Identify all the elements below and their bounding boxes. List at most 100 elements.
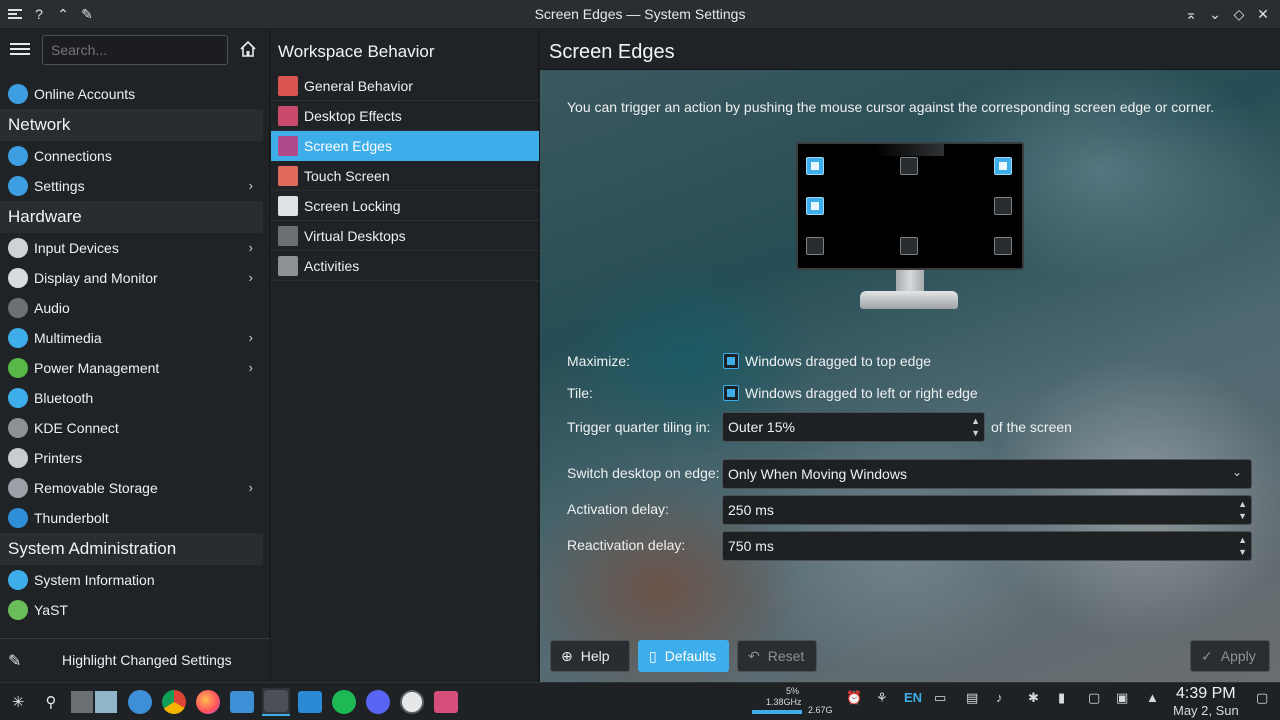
sidebar-item-connections[interactable]: Connections [0, 141, 263, 171]
sidebar-item-printers[interactable]: Printers [0, 443, 263, 473]
discord-icon[interactable] [364, 688, 392, 716]
sidebar-item-bluetooth[interactable]: Bluetooth [0, 383, 263, 413]
quarter-tiling-spinbox[interactable]: Outer 15% ▲ ▼ [722, 412, 985, 442]
search-icon[interactable]: ⚲ [37, 688, 65, 716]
sidebar-item-online-accounts[interactable]: Online Accounts [0, 79, 263, 109]
maximize-checkbox-text[interactable]: Windows dragged to top edge [745, 353, 931, 369]
activities-icon [278, 255, 298, 276]
desktop-1-thumbnail[interactable] [71, 691, 93, 713]
virtual-desktops-icon [278, 225, 298, 246]
spotify-icon[interactable] [330, 688, 358, 716]
sidebar-item-power-management[interactable]: Power Management › [0, 353, 263, 383]
minimize-icon[interactable]: ⌄ [1204, 3, 1226, 25]
highlight-changed-settings-button[interactable]: ✎ Highlight Changed Settings [0, 638, 270, 682]
chrome-icon[interactable] [160, 688, 188, 716]
hamburger-menu-icon[interactable] [10, 40, 30, 60]
shade-icon[interactable]: ⌅ [1180, 3, 1202, 25]
sidebar-item-removable-storage[interactable]: Removable Storage › [0, 473, 263, 503]
sidebar-item-multimedia[interactable]: Multimedia › [0, 323, 263, 353]
application-launcher-icon[interactable]: ✳ [4, 688, 32, 716]
edge-top-right-button[interactable] [994, 157, 1012, 175]
sidebar-item-display-and-monitor[interactable]: Display and Monitor › [0, 263, 263, 293]
tile-checkbox[interactable] [723, 385, 739, 401]
home-icon[interactable] [238, 39, 260, 61]
subpanel-item-virtual-desktops[interactable]: Virtual Desktops [271, 221, 539, 251]
category-header: System Administration [0, 533, 263, 565]
screenshot-app-icon[interactable] [432, 688, 460, 716]
sidebar-item-settings[interactable]: Settings › [0, 171, 263, 201]
maximize-icon[interactable]: ◇ [1228, 3, 1250, 25]
help-button[interactable]: ⊕ Help [550, 640, 630, 672]
sidebar-item-audio[interactable]: Audio [0, 293, 263, 323]
edge-bottom-button[interactable] [900, 237, 918, 255]
edge-left-button[interactable] [806, 197, 824, 215]
chevron-right-icon: › [248, 360, 253, 375]
clock-time[interactable]: 4:39 PM [1176, 685, 1236, 703]
subpanel-item-desktop-effects[interactable]: Desktop Effects [271, 101, 539, 131]
clipboard-icon[interactable]: ▤ [966, 690, 978, 706]
edge-top-button[interactable] [900, 157, 918, 175]
system-monitor-widget[interactable]: 5% 1.38GHz 2.67G [752, 686, 833, 716]
memory-usage: 2.67G [808, 705, 833, 715]
undo-icon: ↶ [748, 647, 760, 664]
sidebar-item-label: Multimedia [34, 330, 102, 346]
kde-connect-tray-icon[interactable]: ⚘ [876, 690, 888, 706]
activation-delay-spinbox[interactable]: 250 ms ▲ ▼ [722, 495, 1252, 525]
bluetooth-tray-icon[interactable]: ✱ [1028, 690, 1039, 706]
volume-icon[interactable]: ♪ [996, 690, 1003, 705]
network-icon[interactable]: ▣ [1116, 690, 1128, 706]
dolphin-file-manager-icon[interactable] [228, 688, 256, 716]
edge-bottom-left-button[interactable] [806, 237, 824, 255]
keyboard-layout-indicator[interactable]: EN [904, 690, 922, 705]
apply-button[interactable]: ✓ Apply [1190, 640, 1270, 672]
edge-bottom-right-button[interactable] [994, 237, 1012, 255]
close-icon[interactable]: ✕ [1252, 3, 1274, 25]
subpanel-item-activities[interactable]: Activities [271, 251, 539, 281]
printer-icon [8, 448, 28, 468]
switch-desktop-value: Only When Moving Windows [728, 466, 907, 482]
battery-icon[interactable]: ▮ [1058, 690, 1065, 706]
kde-discover-icon[interactable] [126, 688, 154, 716]
sidebar-item-input-devices[interactable]: Input Devices › [0, 233, 263, 263]
switch-desktop-dropdown[interactable]: Only When Moving Windows ⌄ [722, 459, 1252, 489]
edge-top-left-button[interactable] [806, 157, 824, 175]
tray-expand-arrow-icon[interactable]: ▲ [1146, 690, 1159, 705]
alarm-icon[interactable]: ⏰ [846, 690, 862, 706]
subpanel-item-touch-screen[interactable]: Touch Screen [271, 161, 539, 191]
sidebar-item-system-information[interactable]: System Information [0, 565, 263, 595]
subpanel-item-label: Touch Screen [304, 167, 390, 184]
spin-arrows-icon[interactable]: ▲ ▼ [971, 415, 980, 439]
pager-widget[interactable] [68, 688, 120, 716]
notifications-icon[interactable]: ▢ [1088, 690, 1100, 706]
sidebar-item-yast[interactable]: YaST [0, 595, 263, 625]
monitor-stand-neck [896, 270, 924, 292]
subpanel-item-label: Virtual Desktops [304, 227, 406, 244]
defaults-button[interactable]: ▯ Defaults [638, 640, 729, 672]
spin-arrows-icon[interactable]: ▲ ▼ [1238, 534, 1247, 558]
clock-date[interactable]: May 2, Sun [1173, 703, 1239, 718]
monitor-stand-base [860, 291, 958, 309]
edge-right-button[interactable] [994, 197, 1012, 215]
sidebar-item-kde-connect[interactable]: KDE Connect [0, 413, 263, 443]
tile-checkbox-text[interactable]: Windows dragged to left or right edge [745, 385, 978, 401]
maximize-checkbox[interactable] [723, 353, 739, 369]
vscode-icon[interactable] [296, 688, 324, 716]
search-input[interactable] [42, 35, 228, 65]
subpanel-item-screen-locking[interactable]: Screen Locking [271, 191, 539, 221]
page-title: Screen Edges [549, 41, 675, 63]
spin-arrows-icon[interactable]: ▲ ▼ [1238, 498, 1247, 522]
desktop-2-thumbnail[interactable] [95, 691, 117, 713]
reset-button[interactable]: ↶ Reset [737, 640, 817, 672]
subpanel-item-general-behavior[interactable]: General Behavior [271, 71, 539, 101]
chevron-right-icon: › [248, 270, 253, 285]
terminal-icon[interactable]: ▭ [934, 690, 946, 706]
clock-app-icon[interactable] [398, 688, 426, 716]
system-settings-task-icon[interactable] [262, 688, 290, 716]
sidebar-item-thunderbolt[interactable]: Thunderbolt [0, 503, 263, 533]
sidebar-item-label: Thunderbolt [34, 510, 109, 526]
subpanel-item-screen-edges[interactable]: Screen Edges [271, 131, 539, 161]
sidebar-item-label: Settings [34, 178, 85, 194]
firefox-icon[interactable] [194, 688, 222, 716]
show-desktop-icon[interactable]: ▢ [1256, 690, 1268, 706]
reactivation-delay-spinbox[interactable]: 750 ms ▲ ▼ [722, 531, 1252, 561]
